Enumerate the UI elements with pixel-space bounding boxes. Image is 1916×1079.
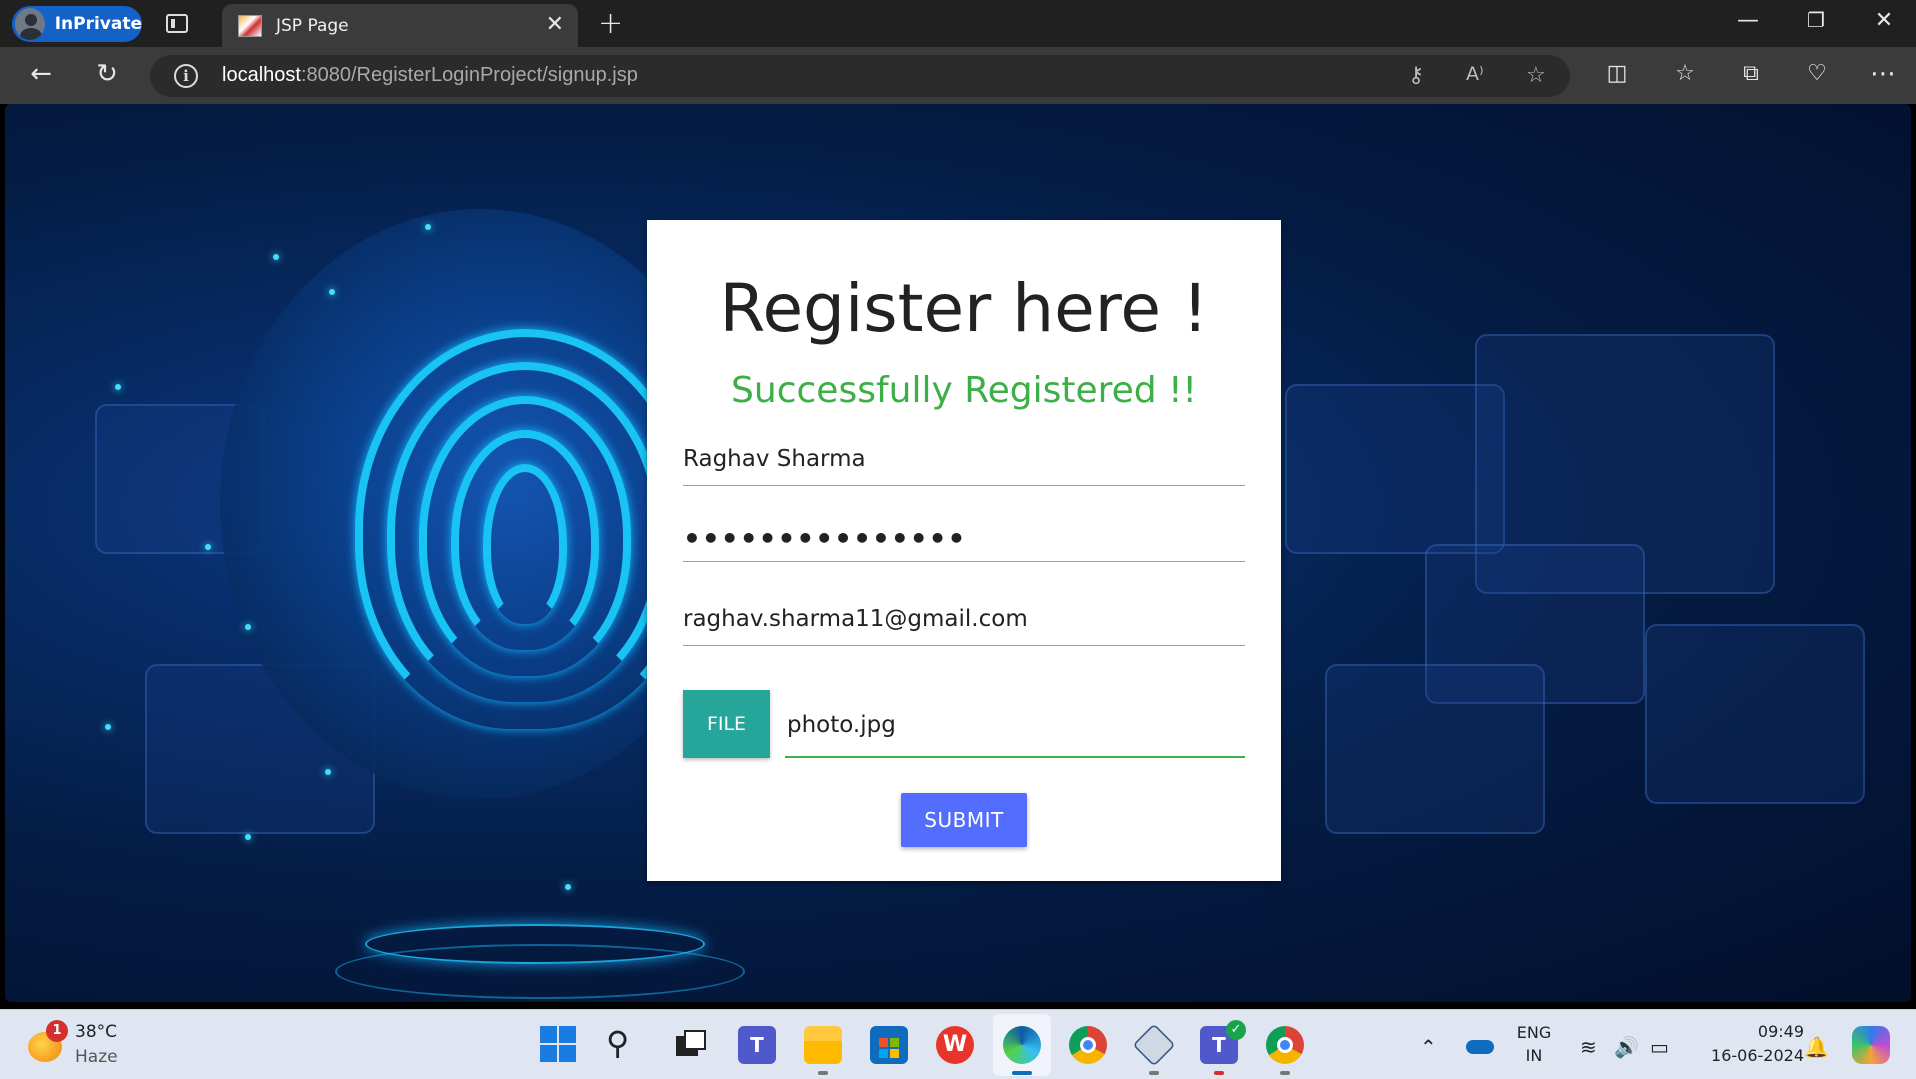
language-top[interactable]: ENG (1514, 1023, 1554, 1042)
notification-bell-icon[interactable]: 🔔 (1804, 1035, 1829, 1059)
favorites-icon[interactable]: ☆ (1668, 59, 1702, 89)
tab-title: JSP Page (276, 15, 349, 36)
hologram-base-ring (365, 924, 705, 964)
network-dot (205, 544, 211, 550)
virtualbox-icon[interactable] (1132, 1023, 1176, 1067)
email-input[interactable]: raghav.sharma11@gmail.com (683, 602, 1245, 646)
success-message: Successfully Registered !! (731, 370, 1197, 411)
tab-actions-icon[interactable] (166, 14, 188, 33)
url-host: localhost (222, 64, 301, 86)
minimize-icon[interactable]: — (1728, 8, 1768, 33)
refresh-icon[interactable]: ↻ (90, 59, 124, 89)
password-key-icon[interactable]: ⚷ (1408, 63, 1424, 88)
fingerprint-ring (483, 464, 567, 624)
check-badge-icon: ✓ (1226, 1020, 1246, 1040)
bg-panel (1645, 624, 1865, 804)
weather-temperature: 38°C (75, 1022, 118, 1042)
register-heading: Register here ! (719, 270, 1209, 347)
split-screen-icon[interactable]: ◫ (1600, 59, 1634, 89)
collections-icon[interactable]: ⧉ (1734, 59, 1768, 89)
address-bar[interactable]: i localhost:8080/RegisterLoginProject/si… (150, 55, 1570, 97)
battery-icon[interactable]: ▭ (1650, 1035, 1669, 1059)
edge-icon[interactable] (1003, 1026, 1041, 1064)
active-indicator (1012, 1071, 1032, 1075)
profile-avatar-icon (15, 8, 45, 40)
tab-jsp-page[interactable]: JSP Page ✕ (222, 4, 578, 47)
url-text[interactable]: localhost:8080/RegisterLoginProject/sign… (222, 64, 638, 87)
browser-navbar: ← ↻ i localhost:8080/RegisterLoginProjec… (0, 47, 1916, 104)
password-input[interactable]: ••••••••••••••• (683, 518, 1245, 562)
start-icon[interactable] (540, 1026, 578, 1064)
search-icon[interactable]: ⚲ (606, 1026, 644, 1064)
network-dot (245, 834, 251, 840)
bg-panel (1285, 384, 1505, 554)
windows-taskbar: 1 38°C Haze ⚲ T W T ✓ ⌃ ENG IN ≋ 🔊 ▭ 09:… (0, 1009, 1916, 1079)
network-dot (425, 224, 431, 230)
network-dot (325, 769, 331, 775)
inprivate-profile-button[interactable]: InPrivate (12, 6, 142, 42)
url-path: :8080/RegisterLoginProject/signup.jsp (300, 64, 638, 86)
volume-icon[interactable]: 🔊 (1614, 1035, 1639, 1059)
chrome-icon[interactable] (1069, 1026, 1107, 1064)
clock-time[interactable]: 09:49 (1694, 1022, 1804, 1041)
page-viewport: Register here ! Successfully Registered … (5, 104, 1911, 1002)
file-path-input[interactable]: photo.jpg (785, 700, 1245, 758)
back-icon[interactable]: ← (24, 59, 58, 89)
running-indicator (1280, 1071, 1290, 1075)
weather-description: Haze (75, 1047, 118, 1067)
site-info-icon[interactable]: i (174, 64, 198, 88)
chevron-up-icon[interactable]: ⌃ (1420, 1035, 1437, 1059)
tab-favicon-icon (238, 14, 262, 37)
read-aloud-icon[interactable]: A⁾ (1466, 63, 1484, 85)
wps-office-icon[interactable]: W (936, 1026, 974, 1064)
name-input[interactable]: Raghav Sharma (683, 442, 1245, 486)
store-icon[interactable] (870, 1026, 908, 1064)
submit-button[interactable]: SUBMIT (901, 793, 1027, 847)
weather-badge: 1 (46, 1020, 68, 1042)
network-dot (273, 254, 279, 260)
wifi-icon[interactable]: ≋ (1580, 1035, 1597, 1059)
teams-icon[interactable]: T (738, 1026, 776, 1064)
window-close-icon[interactable]: ✕ (1864, 8, 1904, 33)
tab-close-icon[interactable]: ✕ (546, 14, 564, 36)
network-dot (329, 289, 335, 295)
inprivate-label: InPrivate (54, 14, 142, 34)
favorite-star-icon[interactable]: ☆ (1526, 63, 1546, 88)
language-bottom[interactable]: IN (1514, 1046, 1554, 1065)
browser-titlebar: InPrivate JSP Page ✕ + — ❐ ✕ (0, 0, 1916, 47)
network-dot (565, 884, 571, 890)
network-dot (115, 384, 121, 390)
running-indicator (1214, 1071, 1224, 1075)
copilot-icon[interactable] (1852, 1026, 1890, 1064)
restore-icon[interactable]: ❐ (1796, 8, 1836, 32)
running-indicator (818, 1071, 828, 1075)
network-dot (245, 624, 251, 630)
register-card: Register here ! Successfully Registered … (647, 220, 1281, 881)
chrome-profile-icon[interactable] (1266, 1026, 1304, 1064)
file-explorer-icon[interactable] (804, 1026, 842, 1064)
file-choose-button[interactable]: FILE (683, 690, 770, 758)
task-view-icon[interactable] (672, 1026, 710, 1064)
network-dot (105, 724, 111, 730)
new-tab-icon[interactable]: + (598, 6, 623, 41)
clock-date[interactable]: 16-06-2024 (1694, 1046, 1804, 1065)
bg-panel (1325, 664, 1545, 834)
onedrive-cloud-icon[interactable] (1466, 1040, 1494, 1054)
running-indicator (1149, 1071, 1159, 1075)
more-menu-icon[interactable]: ⋯ (1866, 59, 1900, 89)
browser-essentials-icon[interactable]: ♡ (1800, 59, 1834, 89)
